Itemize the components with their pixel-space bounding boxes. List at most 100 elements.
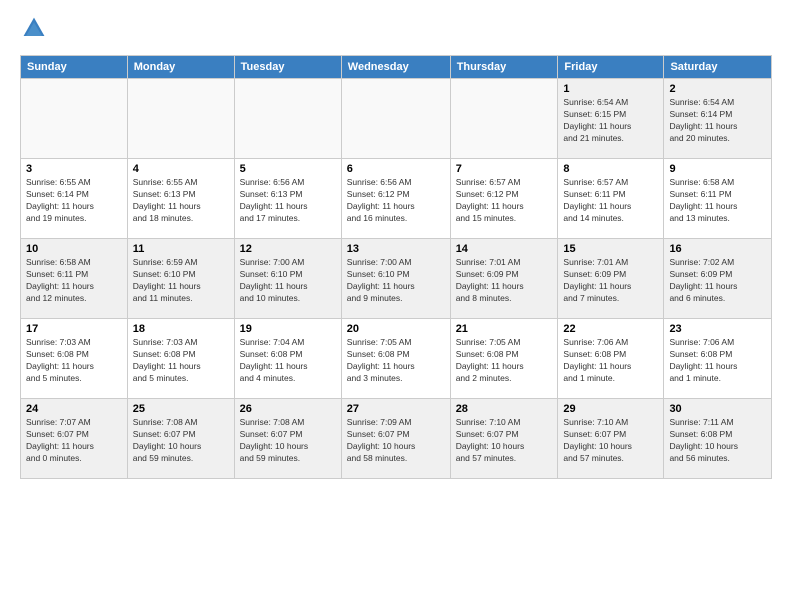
day-info: Sunrise: 6:57 AM Sunset: 6:12 PM Dayligh… bbox=[456, 177, 553, 225]
calendar-day-cell: 25Sunrise: 7:08 AM Sunset: 6:07 PM Dayli… bbox=[127, 399, 234, 479]
day-info: Sunrise: 6:56 AM Sunset: 6:12 PM Dayligh… bbox=[347, 177, 445, 225]
col-friday: Friday bbox=[558, 56, 664, 79]
header bbox=[20, 16, 772, 45]
calendar-day-cell: 12 Sunrise: 7:00 AM Sunset: 6:10 PM Dayli… bbox=[234, 239, 341, 319]
day-info: Sunrise: 7:05 AM Sunset: 6:08 PM Dayligh… bbox=[347, 337, 445, 385]
day-number: 20 bbox=[347, 323, 445, 335]
calendar-day-cell: 15 Sunrise: 7:01 AM Sunset: 6:09 PM Dayli… bbox=[558, 239, 664, 319]
calendar-day-cell bbox=[450, 79, 558, 159]
day-number: 15 bbox=[563, 243, 658, 255]
day-number: 21 bbox=[456, 323, 553, 335]
calendar-day-cell: 19Sunrise: 7:04 AM Sunset: 6:08 PM Dayli… bbox=[234, 319, 341, 399]
day-number: 10 bbox=[26, 243, 122, 255]
calendar-week-row: 24Sunrise: 7:07 AM Sunset: 6:07 PM Dayli… bbox=[21, 399, 772, 479]
col-tuesday: Tuesday bbox=[234, 56, 341, 79]
day-info: Sunrise: 7:06 AM Sunset: 6:08 PM Dayligh… bbox=[669, 337, 766, 385]
day-info: Sunrise: 7:03 AM Sunset: 6:08 PM Dayligh… bbox=[26, 337, 122, 385]
day-number: 30 bbox=[669, 403, 766, 415]
day-number: 26 bbox=[240, 403, 336, 415]
day-number: 6 bbox=[347, 163, 445, 175]
day-info: Sunrise: 7:01 AM Sunset: 6:09 PM Dayligh… bbox=[563, 257, 658, 305]
calendar-day-cell: 14 Sunrise: 7:01 AM Sunset: 6:09 PM Dayli… bbox=[450, 239, 558, 319]
day-number: 16 bbox=[669, 243, 766, 255]
calendar-day-cell bbox=[127, 79, 234, 159]
calendar-day-cell: 29 Sunrise: 7:10 AM Sunset: 6:07 PM Dayli… bbox=[558, 399, 664, 479]
calendar-day-cell: 8 Sunrise: 6:57 AM Sunset: 6:11 PM Daylig… bbox=[558, 159, 664, 239]
calendar-week-row: 1Sunrise: 6:54 AM Sunset: 6:15 PM Daylig… bbox=[21, 79, 772, 159]
day-number: 19 bbox=[240, 323, 336, 335]
calendar-day-cell: 30 Sunrise: 7:11 AM Sunset: 6:08 PM Dayli… bbox=[664, 399, 772, 479]
day-info: Sunrise: 7:08 AM Sunset: 6:07 PM Dayligh… bbox=[240, 417, 336, 465]
calendar-day-cell: 17Sunrise: 7:03 AM Sunset: 6:08 PM Dayli… bbox=[21, 319, 128, 399]
logo bbox=[20, 16, 50, 45]
day-info: Sunrise: 7:09 AM Sunset: 6:07 PM Dayligh… bbox=[347, 417, 445, 465]
day-number: 2 bbox=[669, 83, 766, 95]
calendar-day-cell: 10Sunrise: 6:58 AM Sunset: 6:11 PM Dayli… bbox=[21, 239, 128, 319]
day-number: 14 bbox=[456, 243, 553, 255]
col-saturday: Saturday bbox=[664, 56, 772, 79]
day-info: Sunrise: 7:10 AM Sunset: 6:07 PM Dayligh… bbox=[563, 417, 658, 465]
day-info: Sunrise: 6:59 AM Sunset: 6:10 PM Dayligh… bbox=[133, 257, 229, 305]
day-number: 9 bbox=[669, 163, 766, 175]
calendar-day-cell: 16 Sunrise: 7:02 AM Sunset: 6:09 PM Dayli… bbox=[664, 239, 772, 319]
calendar-day-cell bbox=[21, 79, 128, 159]
day-info: Sunrise: 7:02 AM Sunset: 6:09 PM Dayligh… bbox=[669, 257, 766, 305]
day-number: 28 bbox=[456, 403, 553, 415]
day-number: 29 bbox=[563, 403, 658, 415]
day-info: Sunrise: 7:00 AM Sunset: 6:10 PM Dayligh… bbox=[347, 257, 445, 305]
day-info: Sunrise: 7:05 AM Sunset: 6:08 PM Dayligh… bbox=[456, 337, 553, 385]
logo-icon bbox=[22, 16, 46, 40]
day-info: Sunrise: 6:56 AM Sunset: 6:13 PM Dayligh… bbox=[240, 177, 336, 225]
calendar-day-cell: 5 Sunrise: 6:56 AM Sunset: 6:13 PM Daylig… bbox=[234, 159, 341, 239]
calendar-day-cell: 1Sunrise: 6:54 AM Sunset: 6:15 PM Daylig… bbox=[558, 79, 664, 159]
calendar-week-row: 10Sunrise: 6:58 AM Sunset: 6:11 PM Dayli… bbox=[21, 239, 772, 319]
calendar-day-cell: 2 Sunrise: 6:54 AM Sunset: 6:14 PM Daylig… bbox=[664, 79, 772, 159]
day-info: Sunrise: 6:58 AM Sunset: 6:11 PM Dayligh… bbox=[669, 177, 766, 225]
calendar-day-cell: 21 Sunrise: 7:05 AM Sunset: 6:08 PM Dayli… bbox=[450, 319, 558, 399]
day-info: Sunrise: 7:07 AM Sunset: 6:07 PM Dayligh… bbox=[26, 417, 122, 465]
day-number: 7 bbox=[456, 163, 553, 175]
calendar-header-row: Sunday Monday Tuesday Wednesday Thursday… bbox=[21, 56, 772, 79]
day-info: Sunrise: 6:54 AM Sunset: 6:14 PM Dayligh… bbox=[669, 97, 766, 145]
calendar-day-cell: 9 Sunrise: 6:58 AM Sunset: 6:11 PM Daylig… bbox=[664, 159, 772, 239]
day-info: Sunrise: 7:01 AM Sunset: 6:09 PM Dayligh… bbox=[456, 257, 553, 305]
calendar-day-cell: 24Sunrise: 7:07 AM Sunset: 6:07 PM Dayli… bbox=[21, 399, 128, 479]
calendar-day-cell: 27 Sunrise: 7:09 AM Sunset: 6:07 PM Dayli… bbox=[341, 399, 450, 479]
day-number: 27 bbox=[347, 403, 445, 415]
calendar-week-row: 17Sunrise: 7:03 AM Sunset: 6:08 PM Dayli… bbox=[21, 319, 772, 399]
calendar-week-row: 3Sunrise: 6:55 AM Sunset: 6:14 PM Daylig… bbox=[21, 159, 772, 239]
day-number: 13 bbox=[347, 243, 445, 255]
day-number: 3 bbox=[26, 163, 122, 175]
day-info: Sunrise: 7:08 AM Sunset: 6:07 PM Dayligh… bbox=[133, 417, 229, 465]
calendar-day-cell: 4Sunrise: 6:55 AM Sunset: 6:13 PM Daylig… bbox=[127, 159, 234, 239]
calendar-day-cell: 22Sunrise: 7:06 AM Sunset: 6:08 PM Dayli… bbox=[558, 319, 664, 399]
calendar-day-cell: 20 Sunrise: 7:05 AM Sunset: 6:08 PM Dayli… bbox=[341, 319, 450, 399]
day-info: Sunrise: 7:00 AM Sunset: 6:10 PM Dayligh… bbox=[240, 257, 336, 305]
day-info: Sunrise: 6:57 AM Sunset: 6:11 PM Dayligh… bbox=[563, 177, 658, 225]
calendar-day-cell: 11 Sunrise: 6:59 AM Sunset: 6:10 PM Dayli… bbox=[127, 239, 234, 319]
day-info: Sunrise: 7:11 AM Sunset: 6:08 PM Dayligh… bbox=[669, 417, 766, 465]
calendar-day-cell: 28Sunrise: 7:10 AM Sunset: 6:07 PM Dayli… bbox=[450, 399, 558, 479]
calendar-table: Sunday Monday Tuesday Wednesday Thursday… bbox=[20, 55, 772, 479]
day-info: Sunrise: 7:03 AM Sunset: 6:08 PM Dayligh… bbox=[133, 337, 229, 385]
calendar-day-cell: 13 Sunrise: 7:00 AM Sunset: 6:10 PM Dayli… bbox=[341, 239, 450, 319]
calendar-day-cell bbox=[341, 79, 450, 159]
day-info: Sunrise: 6:55 AM Sunset: 6:13 PM Dayligh… bbox=[133, 177, 229, 225]
col-thursday: Thursday bbox=[450, 56, 558, 79]
day-number: 8 bbox=[563, 163, 658, 175]
calendar-day-cell: 3Sunrise: 6:55 AM Sunset: 6:14 PM Daylig… bbox=[21, 159, 128, 239]
day-number: 12 bbox=[240, 243, 336, 255]
calendar-day-cell: 26 Sunrise: 7:08 AM Sunset: 6:07 PM Dayli… bbox=[234, 399, 341, 479]
day-number: 1 bbox=[563, 83, 658, 95]
col-monday: Monday bbox=[127, 56, 234, 79]
day-number: 11 bbox=[133, 243, 229, 255]
calendar-day-cell: 6 Sunrise: 6:56 AM Sunset: 6:12 PM Daylig… bbox=[341, 159, 450, 239]
calendar-day-cell: 23Sunrise: 7:06 AM Sunset: 6:08 PM Dayli… bbox=[664, 319, 772, 399]
day-number: 22 bbox=[563, 323, 658, 335]
page: Sunday Monday Tuesday Wednesday Thursday… bbox=[0, 0, 792, 612]
day-number: 5 bbox=[240, 163, 336, 175]
calendar-day-cell bbox=[234, 79, 341, 159]
calendar-day-cell: 18 Sunrise: 7:03 AM Sunset: 6:08 PM Dayli… bbox=[127, 319, 234, 399]
col-wednesday: Wednesday bbox=[341, 56, 450, 79]
day-number: 18 bbox=[133, 323, 229, 335]
